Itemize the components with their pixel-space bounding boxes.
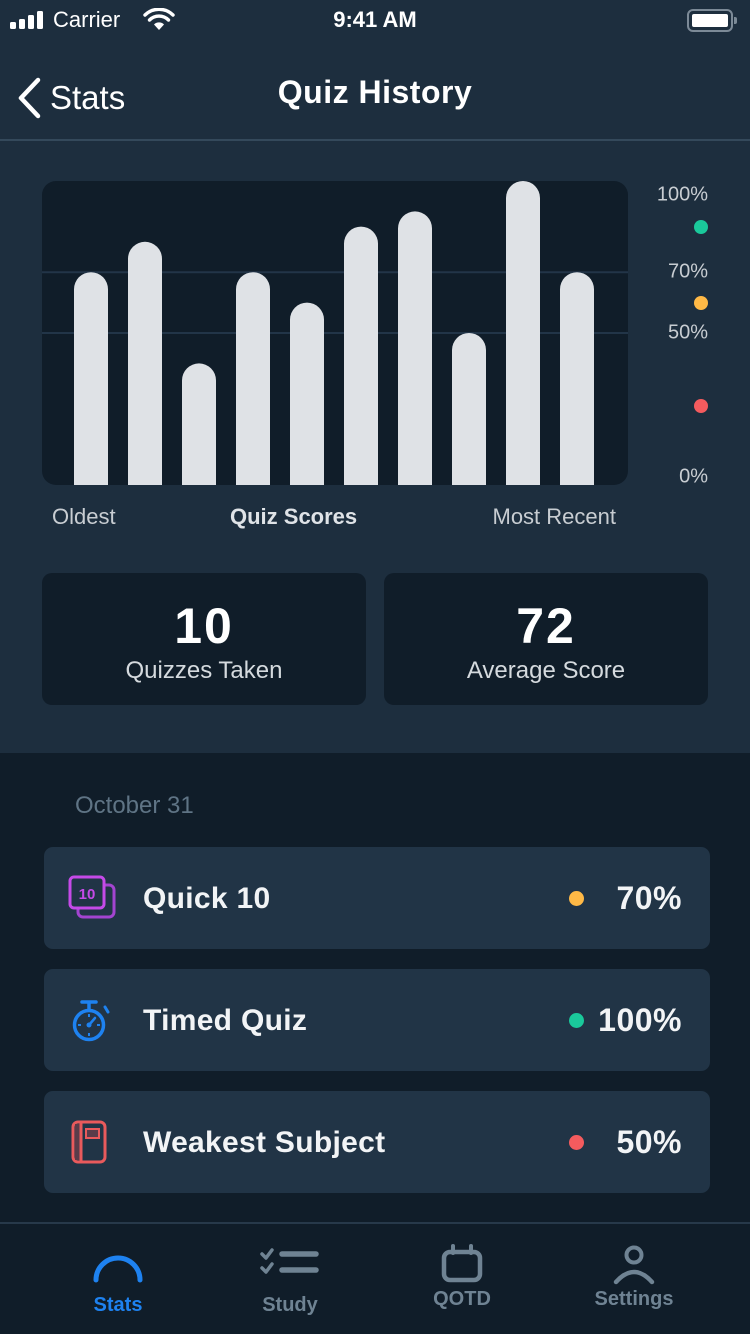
chart-bar <box>236 272 270 485</box>
chart-plot-area <box>42 181 628 485</box>
average-score-value: 72 <box>516 598 576 654</box>
tab-qotd[interactable]: QOTD <box>387 1224 537 1334</box>
quizzes-taken-value: 10 <box>174 598 234 654</box>
history-item-score: 70% <box>616 880 682 916</box>
stopwatch-icon <box>72 1000 110 1042</box>
history-item-name: Timed Quiz <box>143 1004 308 1037</box>
history-item-name: Quick 10 <box>143 882 271 915</box>
chart-bar <box>452 333 486 485</box>
chart-bar <box>290 302 324 485</box>
quiz-scores-chart <box>42 181 628 485</box>
calendar-icon <box>441 1244 483 1283</box>
history-item-weakest-subject[interactable]: Weakest Subject 50% <box>44 1091 710 1193</box>
y-tick-label: 100% <box>656 183 708 206</box>
status-dot-ok <box>569 891 584 906</box>
status-dot-bad <box>569 1135 584 1150</box>
chart-title: Quiz Scores <box>230 504 358 529</box>
legend-dot-bad <box>694 398 708 413</box>
checklist-icon <box>260 1248 319 1274</box>
quizzes-taken-label: Quizzes Taken <box>125 657 283 684</box>
tab-label: Settings <box>594 1288 674 1310</box>
x-label-oldest: Oldest <box>52 504 116 529</box>
history-item-score: 50% <box>616 1124 682 1160</box>
y-tick-label: 0% <box>679 465 708 488</box>
quizzes-taken-card: 10 Quizzes Taken <box>42 573 366 705</box>
chart-y-axis: 100% 70% 50% 0% <box>628 181 708 488</box>
gauge-arc-icon <box>93 1255 143 1283</box>
tab-label: QOTD <box>433 1288 491 1310</box>
legend-dot-ok <box>694 295 708 310</box>
chart-bar <box>74 272 108 485</box>
status-bar: Carrier 9:41 AM <box>0 0 750 40</box>
tab-settings[interactable]: Settings <box>559 1224 709 1334</box>
history-item-score: 100% <box>598 1002 682 1038</box>
tab-bar: Stats Study QOTD Settings <box>0 1222 750 1334</box>
chart-bar <box>398 211 432 485</box>
chart-bar <box>344 226 378 485</box>
page-title: Quiz History <box>277 74 473 110</box>
chart-bar <box>560 272 594 485</box>
history-date-header: October 31 <box>75 792 194 819</box>
chart-x-labels: Oldest Quiz Scores Most Recent <box>42 504 628 534</box>
tab-label: Stats <box>93 1294 143 1316</box>
history-item-name: Weakest Subject <box>143 1126 386 1159</box>
chart-bar <box>506 181 540 485</box>
history-item-quick-10[interactable]: 10 Quick 10 70% <box>44 847 710 949</box>
status-dot-good <box>569 1013 584 1028</box>
x-label-most-recent: Most Recent <box>492 504 617 529</box>
person-icon <box>613 1245 655 1285</box>
svg-text:10: 10 <box>79 886 96 903</box>
tab-stats[interactable]: Stats <box>43 1224 193 1334</box>
y-tick-label: 70% <box>667 260 708 283</box>
stats-header-section: Carrier 9:41 AM Stats Quiz History 100% 7… <box>0 0 750 753</box>
average-score-card: 72 Average Score <box>384 573 708 705</box>
chart-bar <box>128 241 162 485</box>
navigation-bar: Stats Quiz History <box>0 40 750 141</box>
y-tick-label: 50% <box>667 321 708 344</box>
chart-bar <box>182 363 216 485</box>
notebook-icon <box>71 1120 107 1164</box>
average-score-label: Average Score <box>466 657 626 684</box>
history-item-timed-quiz[interactable]: Timed Quiz 100% <box>44 969 710 1071</box>
legend-dot-good <box>694 219 708 234</box>
tab-study[interactable]: Study <box>215 1224 365 1334</box>
quick-10-icon: 10 <box>68 875 116 919</box>
battery-icon <box>687 9 737 32</box>
status-time: 9:41 AM <box>333 7 417 32</box>
tab-label: Study <box>262 1294 318 1316</box>
